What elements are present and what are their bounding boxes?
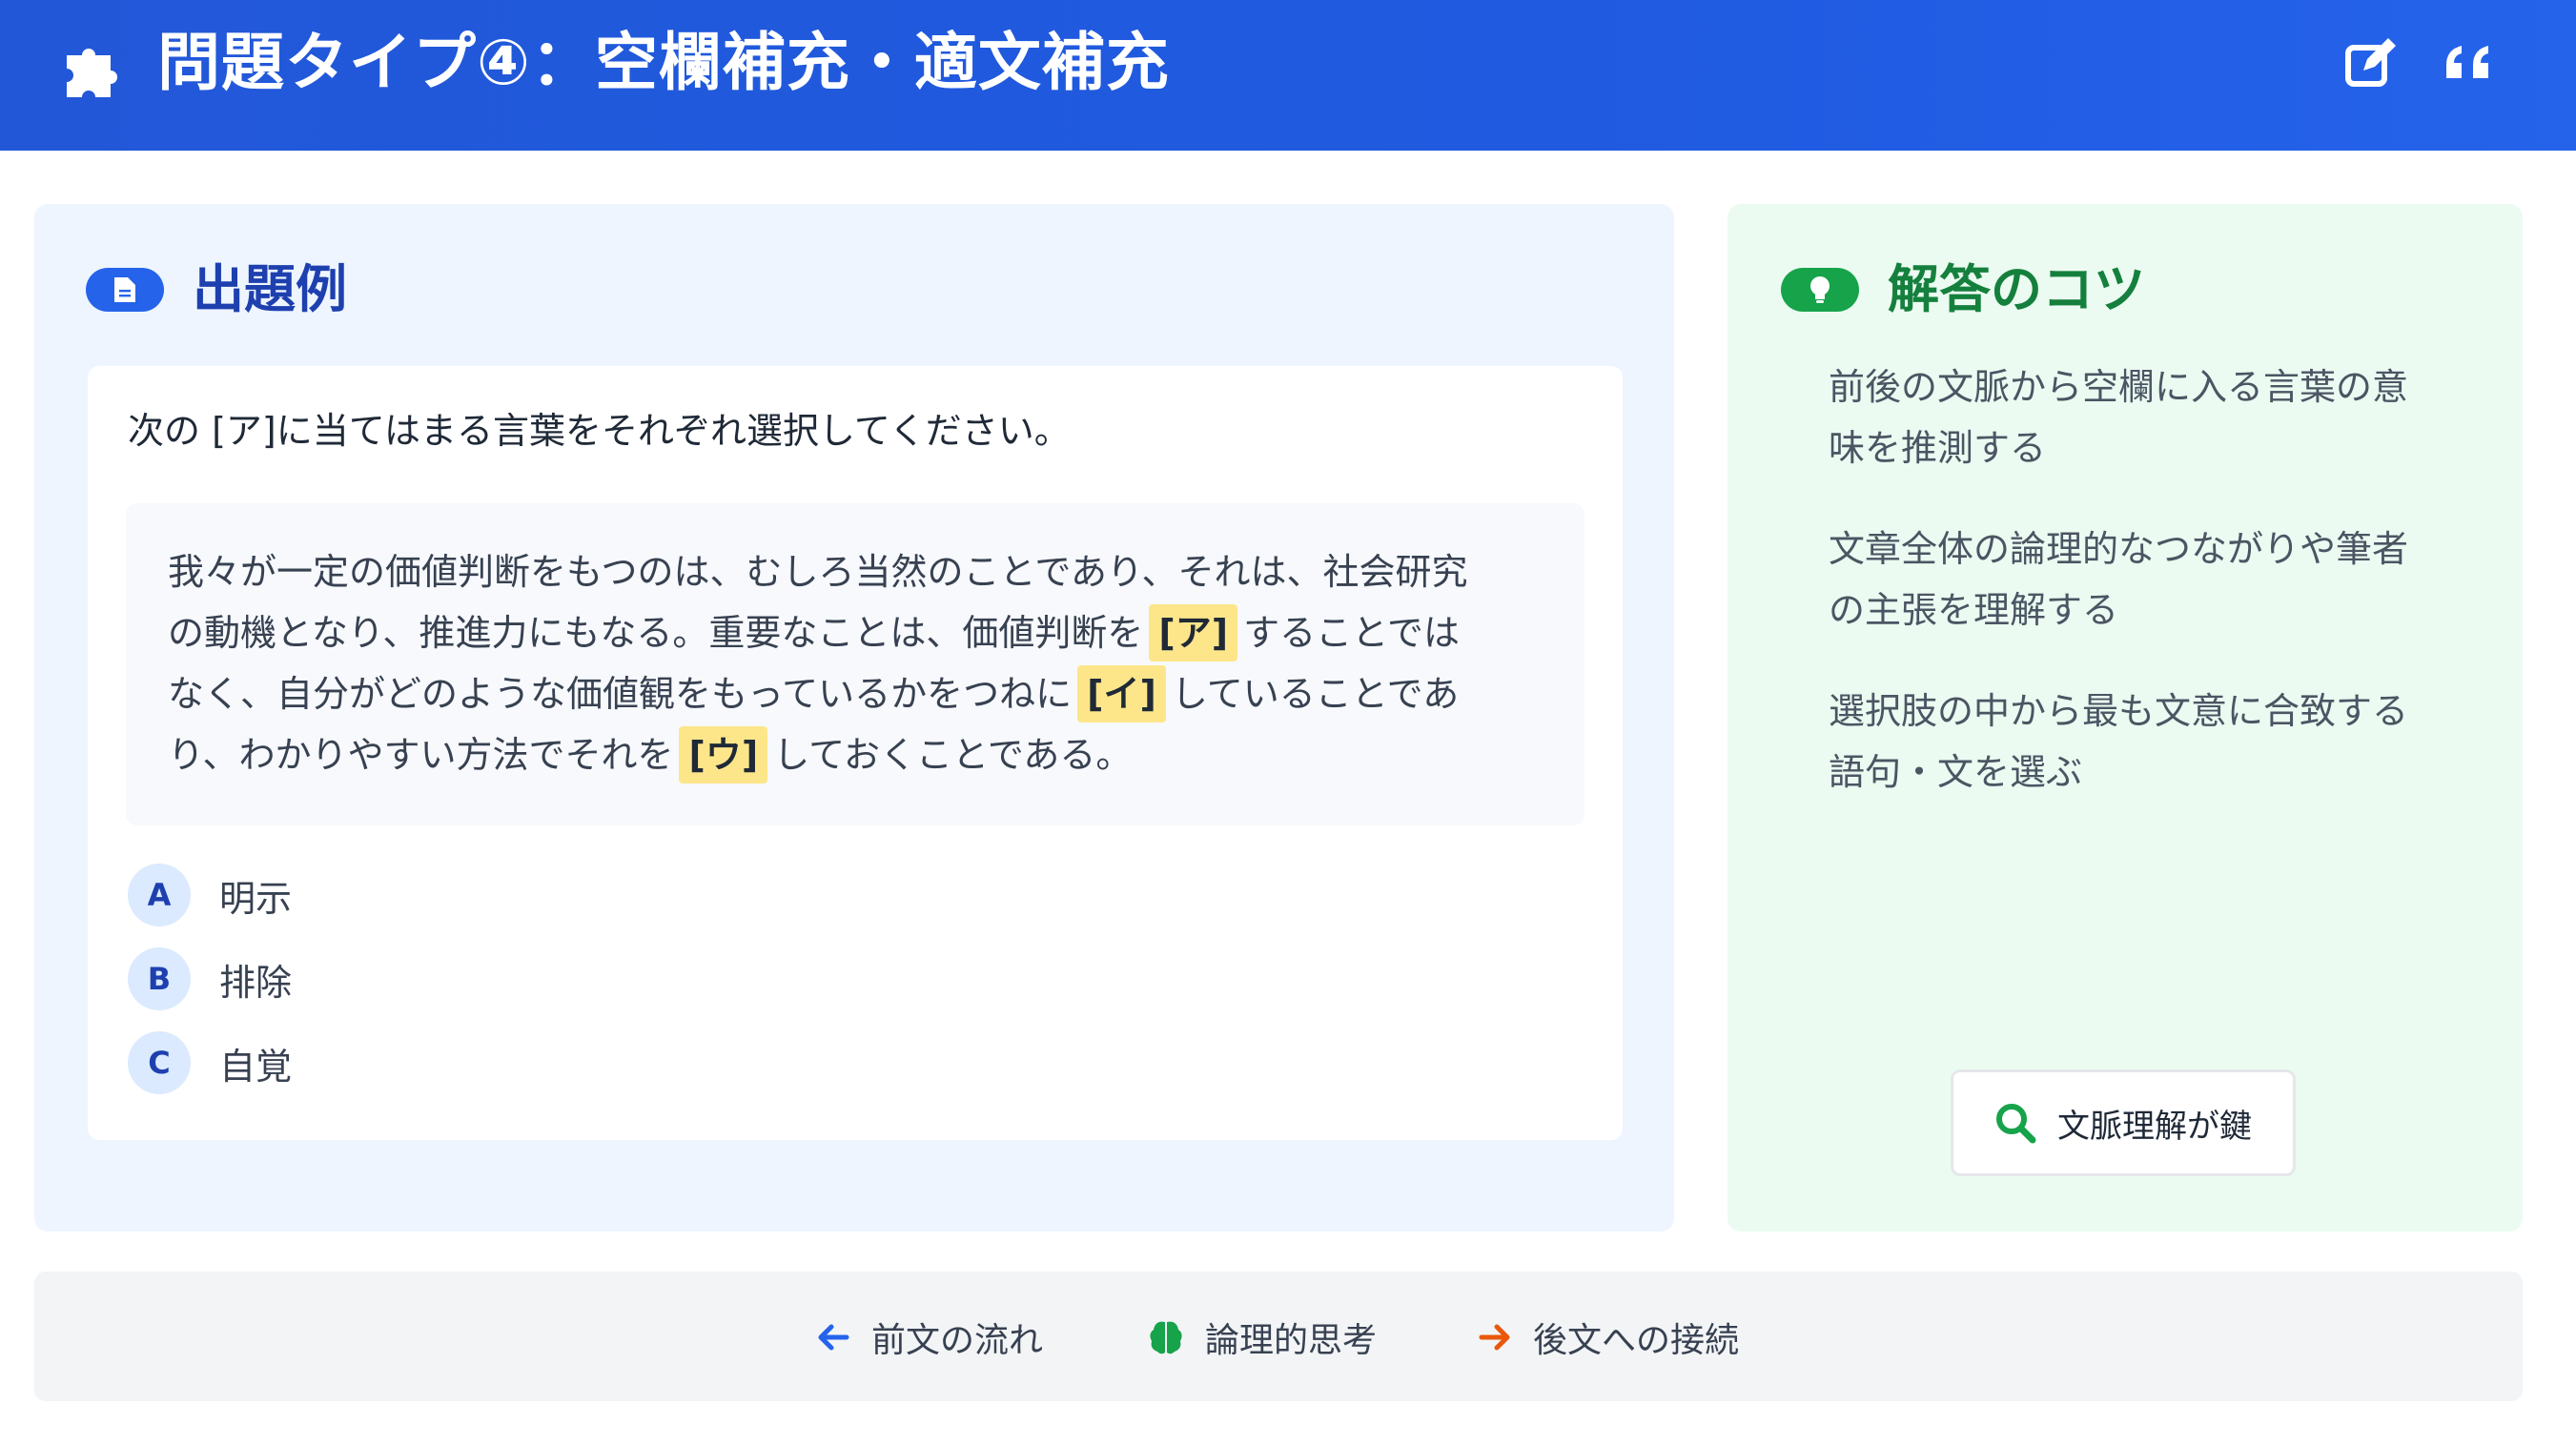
tip-item: 文章全体の論理的なつながりや筆者 の主張を理解する [1829, 519, 2477, 641]
blank-i: [イ] [1077, 665, 1166, 722]
quote-icon[interactable] [2443, 36, 2498, 92]
answer-options: A 明示 B 排除 C 自覚 [128, 864, 292, 1115]
tip-text: 味を推測する [1829, 427, 2047, 469]
tip-text: 語句・文を選ぶ [1829, 751, 2083, 793]
document-icon [86, 268, 164, 312]
passage-text: することでは [1243, 612, 1460, 654]
passage-text: の動機となり、推進力にもなる。重要なことは、価値判断を [168, 612, 1144, 654]
tip-text: 選択肢の中から最も文意に合致する [1829, 690, 2409, 732]
footer-item-logic[interactable]: 論理的思考 [1148, 1313, 1377, 1361]
edit-icon[interactable] [2342, 36, 2398, 92]
puzzle-icon [67, 49, 117, 97]
option-badge: B [128, 947, 191, 1010]
example-panel: 出題例 次の [ア]に当てはまる言葉をそれぞれ選択してください。 我々が一定の価… [34, 204, 1674, 1231]
tip-item: 選択肢の中から最も文意に合致する 語句・文を選ぶ [1829, 681, 2477, 803]
page-title: 問題タイプ④：空欄補充・適文補充 [157, 26, 1170, 99]
passage-text: り、わかりやすい方法でそれを [168, 734, 674, 776]
example-heading: 出題例 [86, 261, 347, 318]
option-a[interactable]: A 明示 [128, 864, 292, 926]
tip-text: の主張を理解する [1829, 589, 2119, 631]
header-bar: 問題タイプ④：空欄補充・適文補充 [0, 0, 2576, 151]
passage-line: の動機となり、推進力にもなる。重要なことは、価値判断を [ア] することでは [168, 602, 1543, 663]
tips-panel: 解答のコツ 前後の文脈から空欄に入る言葉の意 味を推測する 文章全体の論理的なつ… [1728, 204, 2523, 1231]
tip-item: 前後の文脈から空欄に入る言葉の意 味を推測する [1829, 356, 2477, 478]
option-text: 明示 [219, 877, 293, 920]
tips-title: 解答のコツ [1888, 259, 2145, 319]
option-b[interactable]: B 排除 [128, 947, 292, 1010]
tips-heading: 解答のコツ [1781, 261, 2145, 318]
tips-list: 前後の文脈から空欄に入る言葉の意 味を推測する 文章全体の論理的なつながりや筆者… [1829, 356, 2477, 843]
passage-line: り、わかりやすい方法でそれを [ウ] しておくことである。 [168, 724, 1543, 785]
option-badge: C [128, 1031, 191, 1094]
search-icon [1996, 1104, 2036, 1144]
blank-a: [ア] [1149, 604, 1238, 661]
example-title: 出題例 [193, 259, 347, 319]
passage-text: しておくことである。 [773, 734, 1133, 776]
passage-text: なく、自分がどのような価値観をもっているかをつねに [168, 673, 1073, 715]
passage-line: 我々が一定の価値判断をもつのは、むしろ当然のことであり、それは、社会研究 [168, 551, 1468, 593]
footer-label: 論理的思考 [1205, 1321, 1378, 1360]
blank-u: [ウ] [679, 726, 768, 784]
option-text: 自覚 [219, 1045, 293, 1088]
option-text: 排除 [219, 961, 293, 1004]
footer-bar: 前文の流れ 論理的思考 後文への接続 [34, 1272, 2523, 1401]
passage-text: していることであ [1171, 673, 1460, 715]
footer-item-next[interactable]: 後文への接続 [1478, 1313, 1739, 1361]
footer-item-prev[interactable]: 前文の流れ [816, 1313, 1043, 1361]
question-instruction: 次の [ア]に当てはまる言葉をそれぞれ選択してください。 [128, 410, 1071, 452]
lightbulb-icon [1781, 268, 1859, 312]
option-c[interactable]: C 自覚 [128, 1031, 292, 1094]
arrow-left-icon [818, 1324, 849, 1351]
passage-line: なく、自分がどのような価値観をもっているかをつねに [イ] していることであ [168, 663, 1543, 724]
brain-icon [1150, 1321, 1182, 1354]
option-badge: A [128, 864, 191, 926]
arrow-right-icon [1479, 1324, 1510, 1351]
context-key-label: 文脈理解が鍵 [2057, 1107, 2252, 1146]
footer-label: 前文の流れ [871, 1321, 1044, 1360]
question-card: 次の [ア]に当てはまる言葉をそれぞれ選択してください。 我々が一定の価値判断を… [88, 366, 1623, 1140]
tip-text: 文章全体の論理的なつながりや筆者 [1829, 528, 2409, 570]
tip-text: 前後の文脈から空欄に入る言葉の意 [1829, 366, 2409, 408]
passage-box: 我々が一定の価値判断をもつのは、むしろ当然のことであり、それは、社会研究 の動機… [126, 503, 1584, 825]
footer-label: 後文への接続 [1533, 1321, 1740, 1360]
context-key-button[interactable]: 文脈理解が鍵 [1951, 1069, 2296, 1176]
